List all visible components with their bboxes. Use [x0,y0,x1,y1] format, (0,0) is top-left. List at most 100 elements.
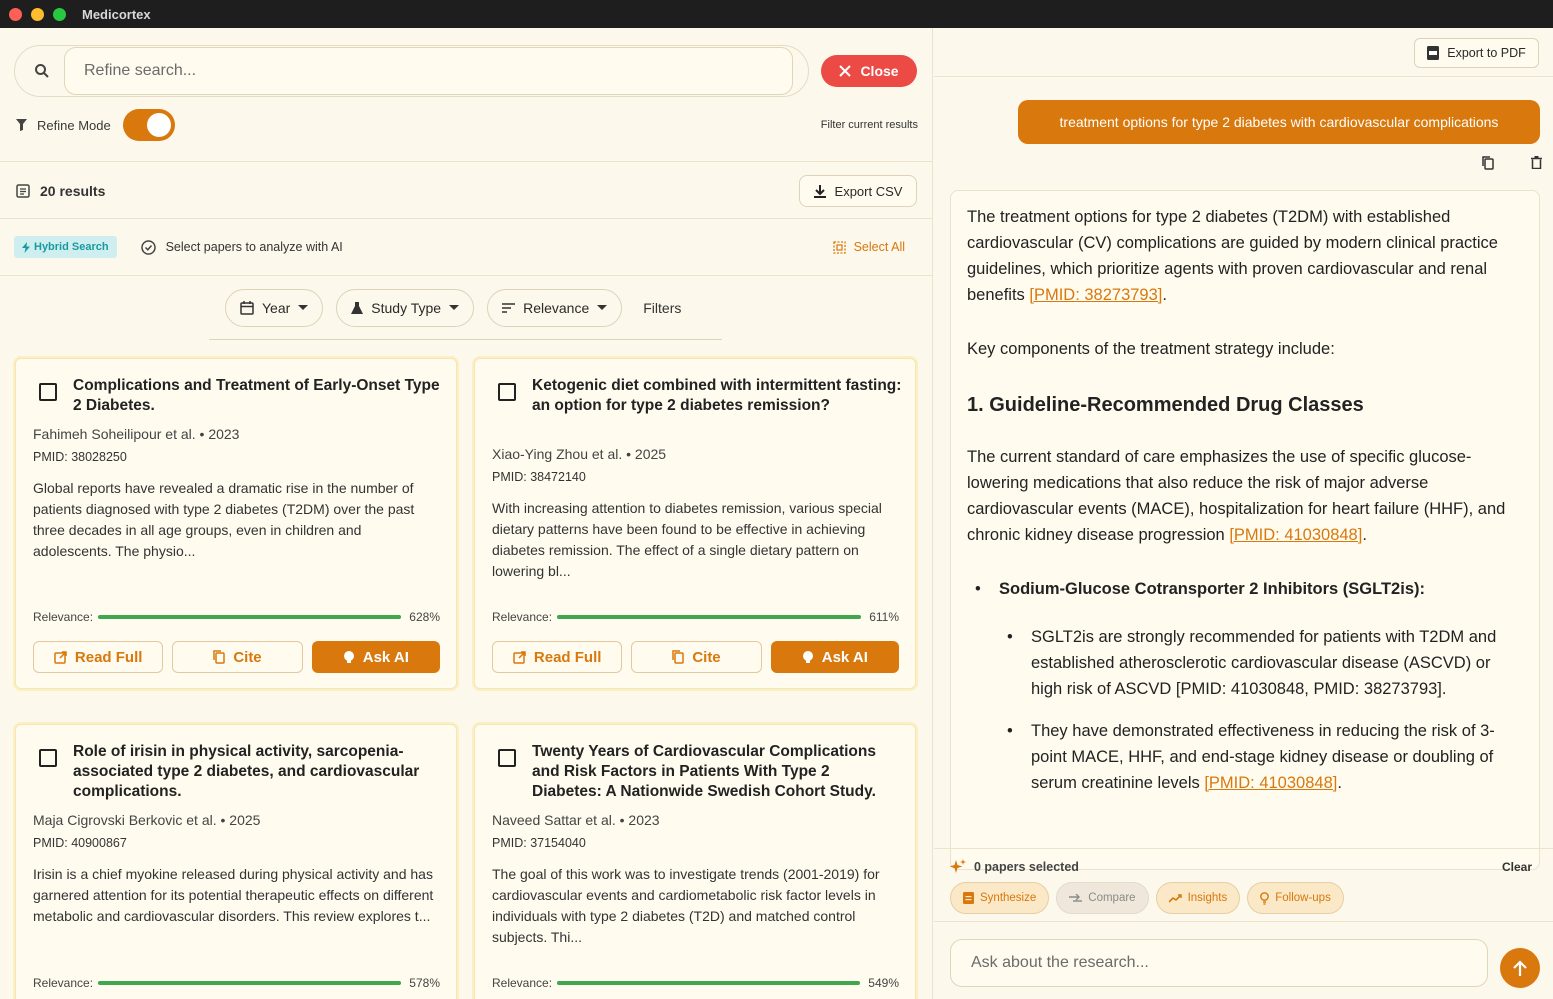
relevance-label: Relevance: [33,610,94,624]
document-icon [963,892,974,904]
ask-ai-button[interactable]: Ask AI [311,641,440,673]
sort-label: Relevance [523,300,590,316]
lightning-icon [22,241,30,253]
close-button-label: Close [860,63,899,79]
filter-hint: Filter current results [820,119,918,131]
ask-research-input[interactable] [950,939,1488,987]
relevance-row: Relevance: 549% [492,975,899,991]
relevance-label: Relevance: [492,976,553,990]
insights-button[interactable]: Insights [1155,882,1241,914]
chat-pane: Export to PDF treatment options for type… [934,28,1553,999]
citation-link[interactable]: [PMID: 38273793] [1029,286,1162,304]
external-link-icon [513,650,526,664]
relevance-value: 628% [409,610,440,624]
app-title: Medicortex [82,6,151,22]
paper-title[interactable]: Complications and Treatment of Early-Ons… [73,376,443,416]
paper-authors-year: Fahimeh Soheilipour et al. • 2023 [33,426,240,442]
chevron-down-icon [597,305,608,310]
relevance-row: Relevance: 628% [33,609,440,625]
relevance-value: 578% [409,976,440,990]
refine-search-input[interactable] [64,47,793,95]
chevron-down-icon [298,305,309,310]
divider [934,921,1553,922]
citation-link[interactable]: [PMID: 41030848] [1204,774,1337,792]
relevance-bar [98,981,402,985]
cite-button[interactable]: Cite [631,641,762,673]
compare-label: Compare [1088,892,1136,904]
paper-select-checkbox[interactable] [498,749,516,767]
close-button[interactable]: Close [821,55,917,87]
trash-icon[interactable] [1531,156,1542,169]
select-all-button[interactable]: Select All [832,240,905,254]
hybrid-search-badge: Hybrid Search [14,236,117,258]
export-pdf-label: Export to PDF [1447,46,1526,60]
refine-mode-toggle[interactable] [122,109,175,141]
follow-ups-button[interactable]: Follow-ups [1247,882,1344,914]
message-actions [1482,156,1542,174]
export-csv-button[interactable]: Export CSV [799,175,917,207]
download-icon [813,184,826,198]
search-icon [35,64,49,78]
send-button[interactable] [1500,948,1540,988]
ai-answer-panel: The treatment options for type 2 diabete… [950,190,1540,870]
filters-underline [209,339,722,340]
compare-button[interactable]: Compare [1056,882,1149,914]
list-icon [16,184,30,198]
paper-select-checkbox[interactable] [498,383,516,401]
copy-icon[interactable] [1482,156,1494,170]
read-full-button[interactable]: Read Full [33,641,164,673]
answer-sub-bullet: They have demonstrated effectiveness in … [967,718,1523,796]
paper-actions: Read Full Cite Ask AI [33,641,440,673]
divider [934,76,1553,77]
select-hint: Select papers to analyze with AI [140,239,343,255]
lightbulb-icon [1260,891,1270,905]
chevron-down-icon [449,305,460,310]
divider [0,275,932,276]
relevance-bar-fill [557,981,861,985]
cite-button[interactable]: Cite [172,641,303,673]
synthesize-label: Synthesize [980,892,1037,904]
minimize-window-button[interactable] [31,7,44,21]
export-pdf-button[interactable]: Export to PDF [1414,38,1539,68]
filters-button[interactable]: Filters [643,300,681,316]
citation-link[interactable]: [PMID: 41030848] [1229,526,1362,544]
relevance-label: Relevance: [33,976,94,990]
relevance-value: 611% [869,610,899,624]
results-count: 20 results [40,183,106,199]
select-hint-label: Select papers to analyze with AI [165,240,343,254]
pdf-file-icon [1427,46,1440,60]
year-filter-chip[interactable]: Year [225,289,324,327]
ask-ai-button[interactable]: Ask AI [770,641,899,673]
refine-mode-row: Refine Mode Filter current results [16,109,918,141]
zoom-window-button[interactable] [53,7,66,21]
paper-pmid: PMID: 37154040 [492,836,586,850]
paper-title[interactable]: Twenty Years of Cardiovascular Complicat… [532,742,902,802]
read-full-label: Read Full [533,648,602,666]
insights-label: Insights [1187,892,1228,904]
read-full-button[interactable]: Read Full [492,641,623,673]
synthesize-button[interactable]: Synthesize [950,882,1050,914]
relevance-value: 549% [868,976,899,990]
close-window-button[interactable] [9,7,22,21]
divider [0,218,932,219]
answer-heading: 1. Guideline-Recommended Drug Classes [967,394,1364,416]
paper-abstract: The goal of this work was to investigate… [492,866,880,945]
close-icon [839,65,852,77]
study-type-filter-chip[interactable]: Study Type [336,289,475,327]
paper-title[interactable]: Ketogenic diet combined with intermitten… [532,376,902,416]
clear-selection-button[interactable]: Clear [1502,860,1532,874]
paper-authors-year: Naveed Sattar et al. • 2023 [492,812,660,828]
copy-icon [213,650,226,664]
paper-select-checkbox[interactable] [39,749,57,767]
papers-selected-count: 0 papers selected [974,860,1079,874]
paper-title[interactable]: Role of irisin in physical activity, sar… [73,742,443,802]
title-bar: Medicortex [0,0,1553,28]
year-filter-label: Year [262,300,291,316]
sort-relevance-chip[interactable]: Relevance [487,289,623,327]
ai-action-chips: Synthesize Compare Insights Follow-ups [950,882,1344,914]
paper-select-checkbox[interactable] [39,383,57,401]
brain-icon [343,651,354,663]
ask-ai-label: Ask AI [362,648,409,666]
relevance-bar [98,615,402,619]
toggle-knob [146,113,171,137]
